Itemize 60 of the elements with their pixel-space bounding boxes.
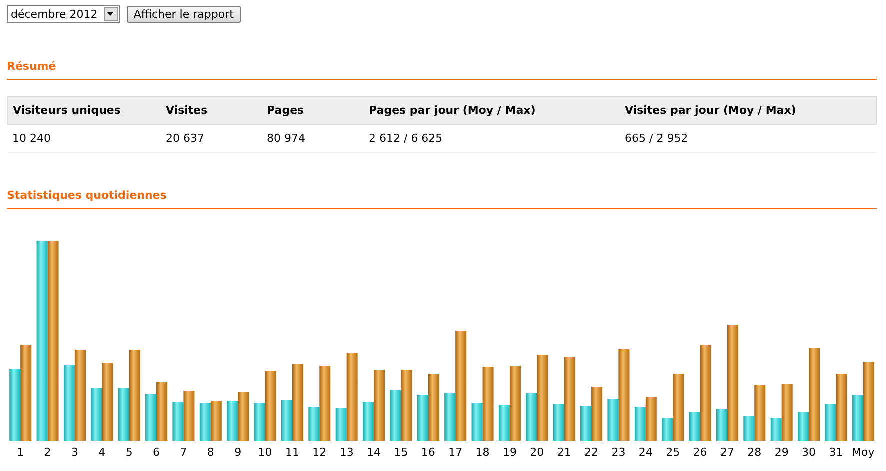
chart-bar bbox=[401, 370, 412, 441]
axis-label: 6 bbox=[153, 446, 160, 459]
axis-label: 30 bbox=[802, 446, 816, 459]
chart-bar bbox=[156, 382, 168, 441]
axis-label: 1 bbox=[17, 446, 24, 459]
table-cell: 20 637 bbox=[166, 132, 204, 145]
column-header: Visiteurs uniques bbox=[13, 104, 121, 117]
section-heading: Statistiques quotidiennes bbox=[7, 189, 168, 202]
axis-label: 27 bbox=[720, 446, 734, 459]
chart-bar bbox=[238, 392, 250, 441]
axis-label: 9 bbox=[234, 446, 242, 459]
chart-bar bbox=[390, 390, 402, 441]
axis-label: 29 bbox=[774, 446, 789, 459]
axis-label: 25 bbox=[666, 446, 680, 459]
axis-label: 22 bbox=[584, 446, 599, 459]
chart-bar bbox=[646, 397, 657, 441]
axis-label: 7 bbox=[180, 446, 188, 459]
month-dropdown[interactable]: décembre 2012 bbox=[7, 5, 120, 23]
axis-label: 15 bbox=[394, 446, 408, 459]
axis-label: 4 bbox=[98, 446, 106, 459]
axis-label: 20 bbox=[530, 446, 544, 459]
axis-label: 16 bbox=[421, 446, 436, 459]
chart-bar bbox=[10, 369, 21, 441]
axis-label: 13 bbox=[340, 446, 354, 459]
chart-bar bbox=[634, 407, 646, 441]
axis-label: 23 bbox=[612, 446, 626, 459]
chart-bar bbox=[146, 394, 157, 441]
column-header: Visites par jour (Moy / Max) bbox=[625, 104, 796, 117]
show-report-button[interactable]: Afficher le rapport bbox=[126, 6, 241, 22]
axis-label: 18 bbox=[476, 446, 490, 459]
table-cell: 10 240 bbox=[12, 132, 51, 145]
chart-bar bbox=[210, 401, 222, 441]
axis-label: 19 bbox=[502, 446, 517, 459]
axis-label: Moy bbox=[852, 446, 875, 459]
column-header: Visites bbox=[166, 104, 208, 117]
table-cell: 2 612 / 6 625 bbox=[369, 132, 443, 145]
chart-bar bbox=[200, 403, 211, 441]
axis-label: 11 bbox=[285, 446, 300, 459]
axis-label: 14 bbox=[367, 446, 382, 459]
axis-label: 12 bbox=[312, 446, 327, 459]
axis-label: 24 bbox=[638, 446, 653, 459]
column-header: Pages par jour (Moy / Max) bbox=[369, 104, 536, 117]
axis-label: 5 bbox=[126, 446, 133, 459]
section-heading: Résumé bbox=[7, 60, 58, 73]
table-cell: 80 974 bbox=[267, 132, 306, 145]
axis-label: 2 bbox=[44, 446, 52, 459]
chart-bar bbox=[227, 401, 238, 441]
chart-bar bbox=[172, 402, 184, 441]
axis-label: 17 bbox=[448, 446, 463, 459]
axis-label: 10 bbox=[258, 446, 272, 459]
axis-label: 28 bbox=[748, 446, 762, 459]
axis-label: 31 bbox=[829, 446, 844, 459]
axis-label: 21 bbox=[557, 446, 572, 459]
chart-bar bbox=[184, 391, 195, 441]
column-header: Pages bbox=[267, 104, 304, 117]
axis-label: 8 bbox=[207, 446, 214, 459]
axis-label: 3 bbox=[71, 446, 78, 459]
caret-icon bbox=[107, 12, 114, 16]
axis-label: 26 bbox=[693, 446, 708, 459]
table-cell: 665 / 2 952 bbox=[625, 132, 688, 145]
